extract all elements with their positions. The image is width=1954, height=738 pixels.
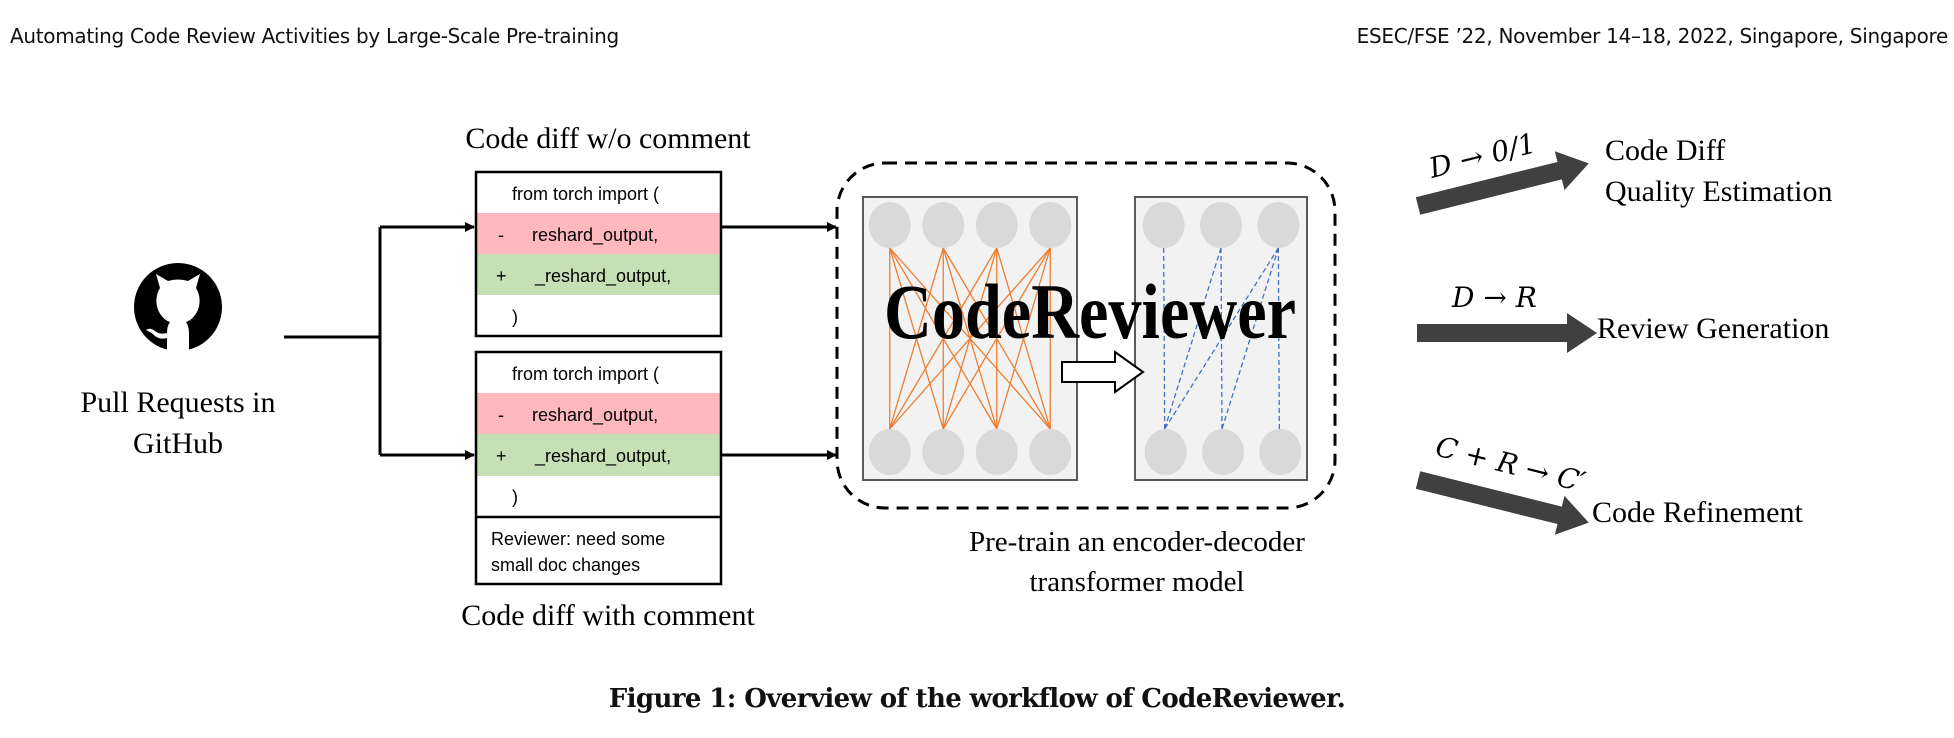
model-caption-line1: Pre-train an encoder-decoder [969, 526, 1305, 558]
github-icon [134, 263, 222, 351]
source-label-line2: GitHub [133, 427, 223, 460]
diff-marker-removed: - [498, 405, 504, 425]
decoder-top-node [1142, 202, 1185, 248]
diff-marker-added: + [496, 446, 507, 466]
figure-caption: Figure 1: Overview of the workflow of Co… [608, 684, 1346, 714]
task-label-quality-estimation-line2: Quality Estimation [1605, 175, 1832, 208]
encoder-top-node [975, 202, 1018, 248]
encoder-top-node [868, 202, 911, 248]
diff-line-context: ) [512, 307, 518, 327]
decoder-bottom-node [1144, 429, 1187, 475]
diff-line-removed: reshard_output, [532, 405, 658, 426]
review-comment-line2: small doc changes [491, 555, 640, 575]
encoder-top-node [922, 202, 965, 248]
diff-with-comment-title: Code diff with comment [461, 599, 755, 632]
diff-to-model-arrows [721, 222, 837, 460]
diff-marker-removed: - [498, 225, 504, 245]
diff-without-comment-box: from torch import ( - reshard_output, + … [474, 170, 723, 338]
diff-marker-added: + [496, 266, 507, 286]
diff-line-removed: reshard_output, [532, 225, 658, 246]
task-arrow-review-generation [1417, 313, 1597, 353]
model-name: CodeReviewer [884, 268, 1296, 355]
decoder-bottom-node [1259, 429, 1302, 475]
encoder-bottom-node [922, 429, 965, 475]
encoder-bottom-node [975, 429, 1018, 475]
decoder-top-node [1200, 202, 1242, 248]
decoder-top-node [1257, 202, 1300, 248]
model-caption-line2: transformer model [1029, 566, 1244, 598]
source-label-line1: Pull Requests in [80, 386, 275, 419]
task-formula-review-generation: D → R [1451, 281, 1537, 314]
task-label-code-refinement: Code Refinement [1592, 496, 1803, 529]
decoder-bottom-node [1202, 429, 1244, 475]
diff-line-context: ) [512, 487, 518, 507]
diff-with-comment-box: from torch import ( - reshard_output, + … [474, 350, 723, 586]
diff-line-added: _reshard_output, [534, 446, 671, 467]
diff-line-context: from torch import ( [512, 184, 659, 204]
encoder-bottom-node [1029, 429, 1072, 475]
workflow-diagram: Pull Requests in GitHub Code diff w/o co… [80, 122, 1832, 632]
source-connector [284, 222, 475, 460]
encoder-bottom-node [868, 429, 911, 475]
task-label-quality-estimation-line1: Code Diff [1605, 134, 1725, 167]
review-comment-line1: Reviewer: need some [491, 529, 665, 549]
encoder-top-node [1029, 202, 1072, 248]
diff-line-added: _reshard_output, [534, 266, 671, 287]
diff-line-context: from torch import ( [512, 364, 659, 384]
task-label-review-generation: Review Generation [1597, 312, 1829, 345]
diff-without-comment-title: Code diff w/o comment [465, 122, 751, 155]
